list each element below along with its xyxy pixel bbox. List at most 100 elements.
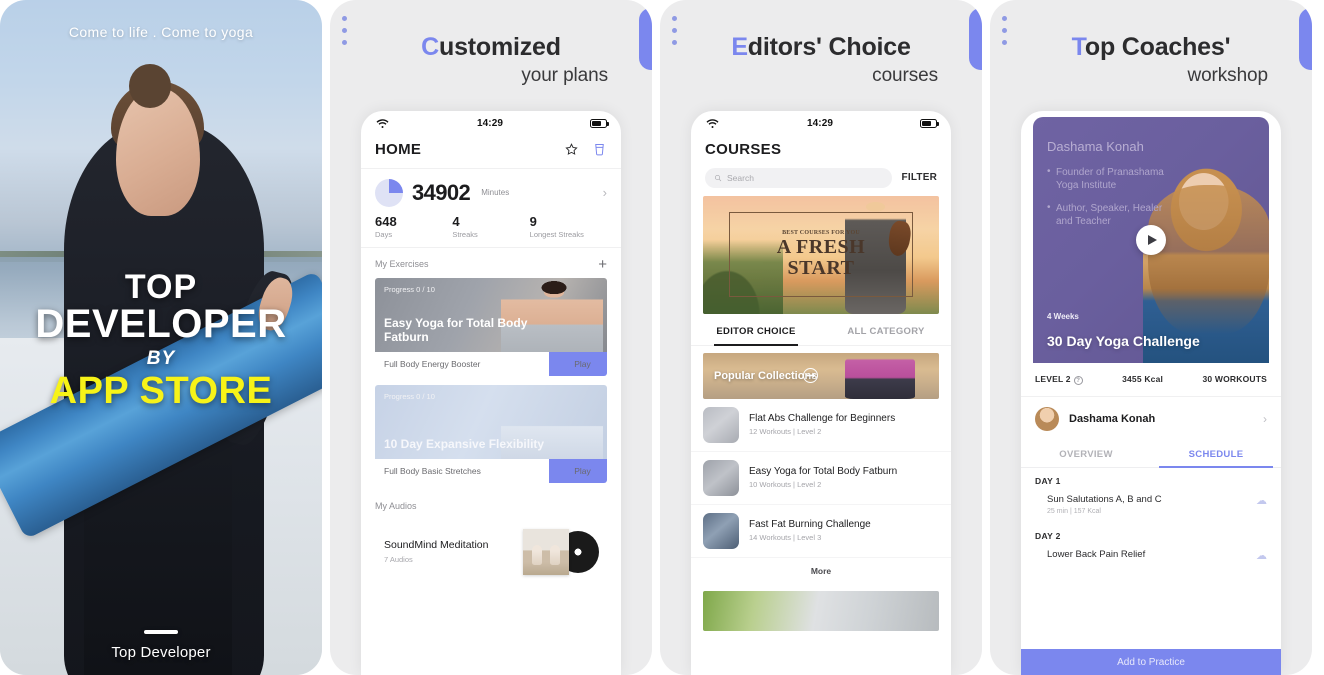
coach-bullet: Founder of Pranashama Yoga Institute	[1047, 165, 1172, 193]
status-bar: 14:29	[361, 111, 621, 137]
course-list-item[interactable]: Flat Abs Challenge for Beginners 12 Work…	[691, 399, 951, 452]
promo-banner[interactable]: BEST COURSES FOR YOU A FRESH START	[703, 195, 939, 314]
panel-title-rest: ustomized	[439, 33, 561, 61]
panel-subtitle: your plans	[521, 64, 608, 86]
battery-icon	[919, 119, 939, 128]
phone-screen-home: 14:29 HOME 34902 Minutes › 648 Days 4 St…	[361, 110, 621, 675]
popular-collections-label: Popular Collections	[714, 369, 818, 382]
panel-title-accent-letter: T	[1071, 33, 1085, 61]
course-title: 30 Day Yoga Challenge	[1047, 332, 1200, 349]
panel-title-accent-letter: E	[731, 33, 748, 61]
banner-kicker: BEST COURSES FOR YOU	[782, 229, 860, 236]
add-to-practice-button[interactable]: Add to Practice	[1021, 649, 1281, 675]
edge-accent-tab	[1299, 8, 1312, 70]
glass-icon[interactable]	[592, 142, 607, 157]
stat-streaks-label: Streaks	[452, 229, 478, 239]
search-placeholder: Search	[727, 172, 754, 183]
exercise-card[interactable]: Progress 0 / 10 10 Day Expansive Flexibi…	[375, 384, 607, 483]
exercise-cover: Progress 0 / 10 10 Day Expansive Flexibi…	[375, 384, 607, 459]
audio-card[interactable]: SoundMind Meditation 7 Audios	[375, 516, 607, 587]
panel-title-rest: op Coaches'	[1084, 33, 1231, 61]
section-label: My Audios	[375, 500, 417, 511]
filter-button[interactable]: FILTER	[902, 172, 937, 183]
panel-top-coaches: Top Coaches' workshop Dashama Konah Foun…	[990, 0, 1312, 675]
next-banner-peek[interactable]	[703, 590, 939, 631]
coach-hero-card[interactable]: Dashama Konah Founder of Pranashama Yoga…	[1033, 116, 1269, 363]
exercise-cover: Progress 0 / 10 Easy Yoga for Total Body…	[375, 277, 607, 352]
tab-all-category[interactable]: ALL CATEGORY	[821, 316, 951, 345]
chevron-right-icon[interactable]: ›	[1263, 412, 1267, 426]
hero-headline: TOP DEVELOPER BY APP STORE	[0, 270, 322, 411]
panel-title: Top Coaches'	[1016, 33, 1286, 62]
help-icon[interactable]: ?	[1073, 376, 1083, 385]
course-meta: 12 Workouts | Level 2	[749, 427, 822, 436]
total-minutes-value: 34902	[412, 179, 471, 205]
tab-editor-choice[interactable]: EDITOR CHOICE	[691, 316, 821, 346]
day-label: DAY 2	[1035, 531, 1061, 541]
schedule-title: Sun Salutations A, B and C	[1047, 494, 1162, 505]
app-header: HOME	[361, 137, 621, 169]
hero-line-1: TOP	[124, 268, 198, 306]
add-exercise-button[interactable]: +	[598, 257, 607, 272]
panel-title: Editors' Choice	[686, 33, 956, 62]
exercise-progress: Progress 0 / 10	[384, 391, 435, 401]
tab-overview[interactable]: OVERVIEW	[1021, 441, 1151, 467]
panel-editors-choice: Editors' Choice courses 14:29 COURSES Se…	[660, 0, 982, 675]
course-list-item[interactable]: Easy Yoga for Total Body Fatburn 10 Work…	[691, 452, 951, 505]
course-list-item[interactable]: Fast Fat Burning Challenge 14 Workouts |…	[691, 505, 951, 558]
stat-streaks-value: 4	[452, 213, 460, 229]
panel-title: Customized	[356, 33, 626, 62]
wifi-icon	[376, 119, 389, 128]
corner-dots-decoration	[1002, 16, 1007, 45]
course-meta: 14 Workouts | Level 3	[749, 533, 822, 542]
exercise-progress: Progress 0 / 10	[384, 284, 435, 294]
coach-profile-row[interactable]: Dashama Konah ›	[1021, 397, 1281, 441]
download-icon[interactable]: ☁	[1256, 549, 1267, 562]
hero-footer: Top Developer	[0, 630, 322, 661]
search-input[interactable]: Search	[705, 167, 892, 188]
battery-icon	[589, 119, 609, 128]
more-button[interactable]: More	[691, 558, 951, 585]
tab-schedule[interactable]: SCHEDULE	[1151, 441, 1281, 468]
total-minutes-unit: Minutes	[481, 188, 510, 197]
coach-name: Dashama Konah	[1069, 413, 1156, 425]
stats-summary[interactable]: 34902 Minutes › 648 Days 4 Streaks 9 Lon…	[361, 169, 621, 248]
hero-tagline: Come to life . Come to yoga	[68, 24, 254, 40]
audio-title: SoundMind Meditation	[384, 539, 489, 551]
exercise-title: 10 Day Expansive Flexibility	[384, 437, 545, 452]
day-label: DAY 1	[1035, 476, 1061, 486]
play-button[interactable]: Play	[549, 458, 607, 483]
exercise-card[interactable]: Progress 0 / 10 Easy Yoga for Total Body…	[375, 277, 607, 376]
page-title: HOME	[375, 140, 422, 158]
course-title: Flat Abs Challenge for Beginners	[749, 413, 896, 424]
schedule-item[interactable]: Lower Back Pain Relief ☁	[1021, 543, 1281, 570]
stat-longest-label: Longest Streaks	[529, 229, 584, 239]
status-bar: 14:29	[691, 111, 951, 137]
panel-title-accent-letter: C	[421, 33, 440, 61]
stat-longest-streaks: 9 Longest Streaks	[530, 214, 607, 239]
section-my-audios: My Audios	[361, 492, 621, 517]
course-duration: 4 Weeks	[1047, 311, 1079, 321]
download-icon[interactable]: ☁	[1256, 494, 1267, 507]
stat-days-label: Days	[375, 229, 393, 239]
panel-subtitle: courses	[872, 64, 938, 86]
search-icon	[715, 174, 722, 181]
exercise-subtitle: Full Body Energy Booster	[384, 358, 481, 369]
hero-line-4: APP STORE	[49, 369, 273, 412]
panel-title-block: Customized your plans	[330, 33, 652, 87]
hero-line-3: BY	[146, 347, 176, 369]
stat-longest-value: 9	[529, 213, 537, 229]
course-kcal: 3455 Kcal	[1122, 374, 1164, 385]
course-title: Easy Yoga for Total Body Fatburn	[749, 466, 898, 477]
play-icon[interactable]	[1136, 224, 1166, 255]
star-icon[interactable]	[564, 142, 579, 157]
section-my-exercises: My Exercises +	[361, 248, 621, 278]
stat-streaks: 4 Streaks	[452, 214, 529, 239]
panel-subtitle: workshop	[1187, 64, 1268, 86]
phone-screen-courses: 14:29 COURSES Search FILTER BEST COURSES…	[691, 110, 951, 675]
popular-collections-banner[interactable]: Popular Collections ➞	[703, 352, 939, 399]
chevron-right-icon[interactable]: ›	[603, 185, 607, 200]
exercise-title: Easy Yoga for Total Body Fatburn	[384, 316, 528, 345]
schedule-item[interactable]: Sun Salutations A, B and C 25 min | 157 …	[1021, 488, 1281, 523]
play-button[interactable]: Play	[549, 351, 607, 376]
